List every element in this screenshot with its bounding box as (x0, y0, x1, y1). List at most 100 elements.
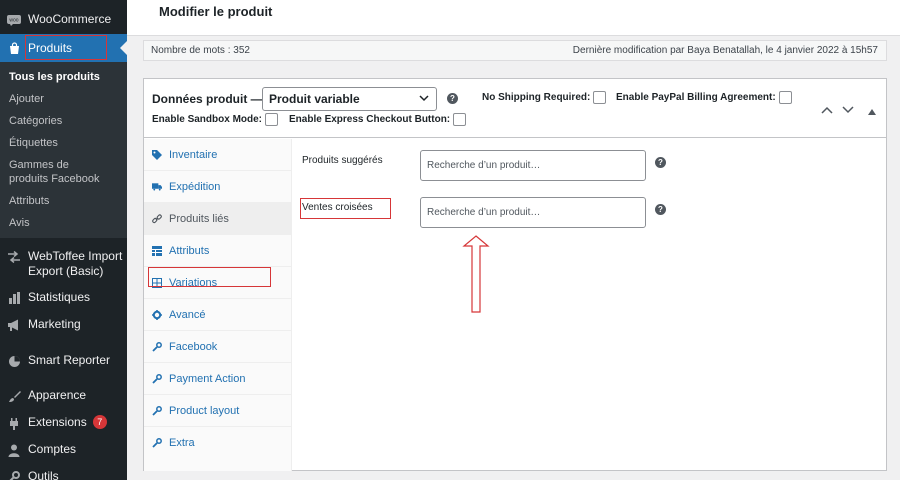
chart-bar-icon (6, 291, 22, 305)
express-checkout-checkbox[interactable] (453, 113, 467, 126)
tab-product-layout[interactable]: Product layout (144, 395, 292, 427)
menu-marketing-label: Marketing (28, 317, 81, 331)
move-up-icon[interactable] (821, 101, 833, 119)
option-sandbox-label: Enable Sandbox Mode: (152, 114, 263, 125)
table-icon (152, 245, 162, 256)
paypal-billing-checkbox[interactable] (778, 91, 792, 104)
tab-produits-lies[interactable]: Produits liés (144, 203, 292, 235)
link-icon (152, 213, 162, 224)
wrench-icon (152, 341, 162, 352)
wrench-icon (152, 438, 162, 448)
last-modified: Dernière modification par Baya Benatalla… (572, 45, 878, 56)
menu-apparence-label: Apparence (28, 388, 87, 402)
option-paypal-billing: Enable PayPal Billing Agreement: (616, 91, 792, 104)
menu-outils-label: Outils (28, 469, 59, 480)
megaphone-icon (6, 318, 22, 332)
submenu-tous-les-produits[interactable]: Tous les produits (0, 70, 127, 84)
submenu-gammes-facebook[interactable]: Gammes de produits Facebook (0, 158, 110, 186)
produits-submenu: Tous les produits Ajouter Catégories Éti… (0, 62, 127, 238)
chart-pie-icon (6, 354, 22, 368)
menu-extensions[interactable]: Extensions 7 (0, 415, 127, 430)
truck-icon (152, 182, 162, 192)
plugin-icon (6, 416, 22, 430)
collapse-toggle-icon[interactable] (868, 102, 876, 120)
menu-comptes-label: Comptes (28, 442, 77, 456)
annotation-arrow-up-icon (462, 235, 490, 313)
sandbox-checkbox[interactable] (265, 113, 279, 126)
menu-statistiques-label: Statistiques (28, 290, 91, 304)
annotation-box-produits-lies (148, 267, 271, 287)
product-data-panel: Données produit — Produit variable ? No … (143, 78, 887, 471)
crosssells-search-input[interactable]: Recherche d’un produit… (420, 197, 646, 228)
users-icon (6, 443, 22, 457)
submenu-avis[interactable]: Avis (0, 216, 127, 230)
tab-extra-label: Extra (169, 437, 195, 449)
tab-produits-lies-label: Produits liés (169, 212, 229, 225)
annotation-box-produits (25, 35, 107, 60)
menu-woocommerce-label: WooCommerce (28, 12, 112, 26)
tab-inventaire[interactable]: Inventaire (144, 139, 292, 171)
tab-extra[interactable]: Extra (144, 427, 292, 459)
page-header: Modifier le produit (127, 0, 900, 36)
update-count-badge: 7 (92, 415, 107, 429)
submenu-ajouter[interactable]: Ajouter (0, 92, 127, 106)
submenu-etiquettes[interactable]: Étiquettes (0, 136, 127, 150)
product-type-select[interactable]: Produit variable (262, 87, 437, 111)
tag-icon (152, 149, 162, 160)
option-no-shipping: No Shipping Required: (482, 91, 607, 104)
chevron-down-icon (418, 92, 430, 107)
paintbrush-icon (6, 389, 22, 403)
menu-statistiques[interactable]: Statistiques (0, 290, 127, 305)
menu-woocommerce[interactable]: woo WooCommerce (0, 12, 127, 28)
menu-marketing[interactable]: Marketing (0, 317, 127, 332)
tab-facebook-label: Facebook (169, 340, 218, 353)
option-express-checkout: Enable Express Checkout Button: (289, 113, 467, 126)
wrench-icon (6, 470, 22, 480)
wrench-icon (152, 373, 162, 384)
move-down-icon[interactable] (842, 101, 854, 119)
option-express-checkout-label: Enable Express Checkout Button: (289, 114, 451, 125)
tab-expedition-label: Expédition (169, 180, 221, 193)
tab-avance[interactable]: Avancé (144, 299, 292, 331)
submenu-attributs[interactable]: Attributs (0, 194, 127, 208)
product-type-value: Produit variable (269, 92, 360, 106)
annotation-box-ventes-croisees (300, 198, 391, 219)
word-count: Nombre de mots : 352 (151, 45, 250, 56)
page-title: Modifier le produit (159, 4, 273, 19)
upsells-search-input[interactable]: Recherche d’un produit… (420, 150, 646, 181)
menu-extensions-label: Extensions (28, 415, 87, 429)
tab-attributs[interactable]: Attributs (144, 235, 292, 267)
import-export-icon (6, 250, 22, 264)
svg-text:woo: woo (9, 17, 18, 23)
help-icon[interactable]: ? (655, 204, 666, 215)
menu-comptes[interactable]: Comptes (0, 442, 127, 457)
menu-smart-reporter[interactable]: Smart Reporter (0, 353, 127, 368)
menu-webtoffee-label: WebToffee Import Export (Basic) (28, 249, 123, 278)
tab-payment-action-label: Payment Action (169, 372, 246, 385)
menu-apparence[interactable]: Apparence (0, 388, 127, 403)
product-data-title: Données produit — (152, 92, 263, 106)
product-data-tabs: Inventaire Expédition Produits liés Attr… (144, 139, 292, 471)
submenu-categories[interactable]: Catégories (0, 114, 127, 128)
post-status-info: Nombre de mots : 352 Dernière modificati… (143, 40, 887, 61)
tab-facebook[interactable]: Facebook (144, 331, 292, 363)
option-no-shipping-label: No Shipping Required: (482, 92, 591, 103)
tab-avance-label: Avancé (169, 308, 206, 321)
current-menu-arrow (120, 41, 127, 55)
bag-icon (6, 40, 22, 56)
wrench-icon (152, 405, 162, 416)
option-paypal-billing-label: Enable PayPal Billing Agreement: (616, 92, 776, 103)
option-sandbox: Enable Sandbox Mode: (152, 113, 279, 126)
menu-smart-reporter-label: Smart Reporter (28, 353, 111, 367)
tab-payment-action[interactable]: Payment Action (144, 363, 292, 395)
gear-icon (152, 309, 162, 320)
no-shipping-checkbox[interactable] (593, 91, 607, 104)
tab-expedition[interactable]: Expédition (144, 171, 292, 203)
help-icon[interactable]: ? (655, 157, 666, 168)
tab-product-layout-label: Product layout (169, 404, 240, 417)
woocommerce-icon: woo (6, 12, 22, 28)
help-icon[interactable]: ? (447, 93, 458, 104)
menu-webtoffee[interactable]: WebToffee Import Export (Basic) (0, 249, 127, 279)
admin-sidebar: woo WooCommerce Produits Tous les produi… (0, 0, 127, 480)
menu-outils[interactable]: Outils (0, 469, 127, 480)
